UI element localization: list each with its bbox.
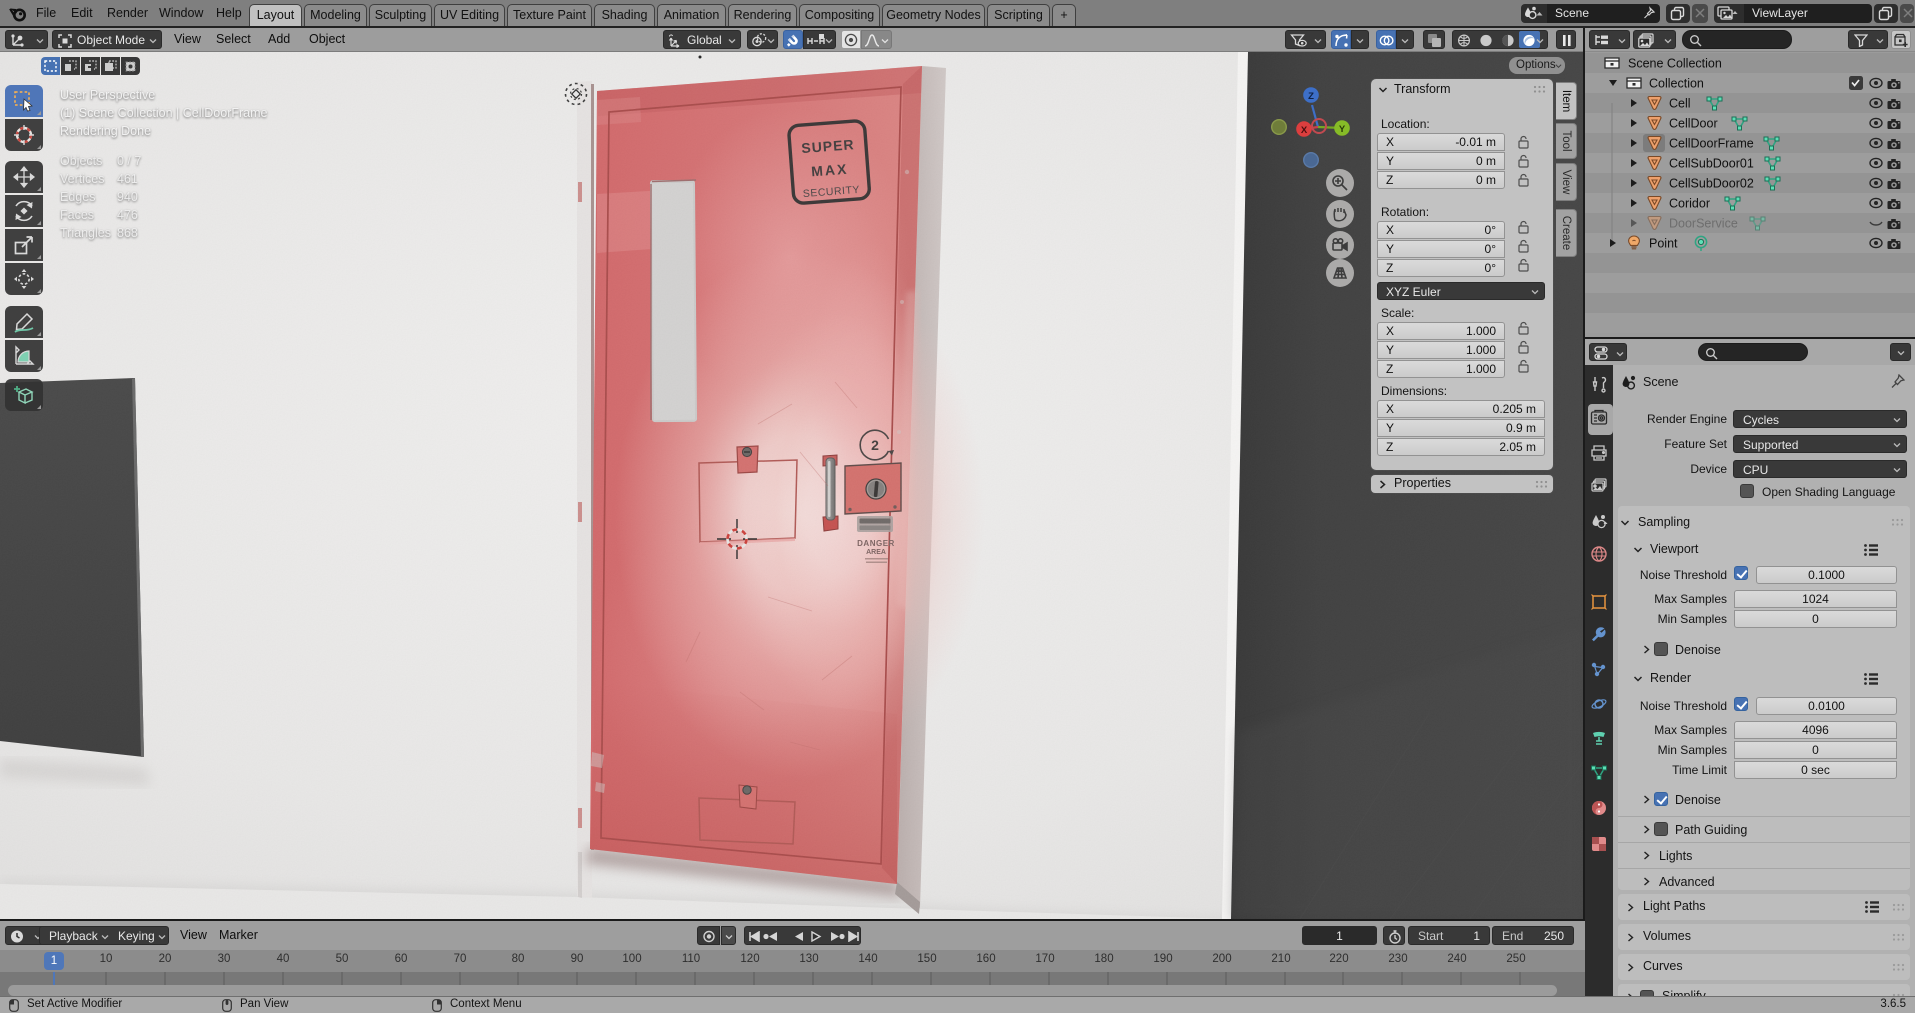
svg-text:DoorService: DoorService (1669, 217, 1738, 231)
svg-text:Cell: Cell (1669, 97, 1691, 111)
svg-text:Z: Z (1308, 91, 1314, 102)
svg-text:Collection: Collection (1649, 77, 1704, 91)
svg-text:CellSubDoor02: CellSubDoor02 (1669, 177, 1754, 191)
svg-text:Y: Y (1339, 124, 1346, 135)
svg-text:Point: Point (1649, 237, 1678, 251)
svg-text:Coridor: Coridor (1669, 197, 1710, 211)
svg-text:CellDoorFrame: CellDoorFrame (1669, 137, 1754, 151)
svg-text:CellDoor: CellDoor (1669, 117, 1718, 131)
svg-text:CellSubDoor01: CellSubDoor01 (1669, 157, 1754, 171)
svg-text:Scene Collection: Scene Collection (1628, 57, 1722, 71)
svg-text:X: X (1301, 125, 1308, 136)
